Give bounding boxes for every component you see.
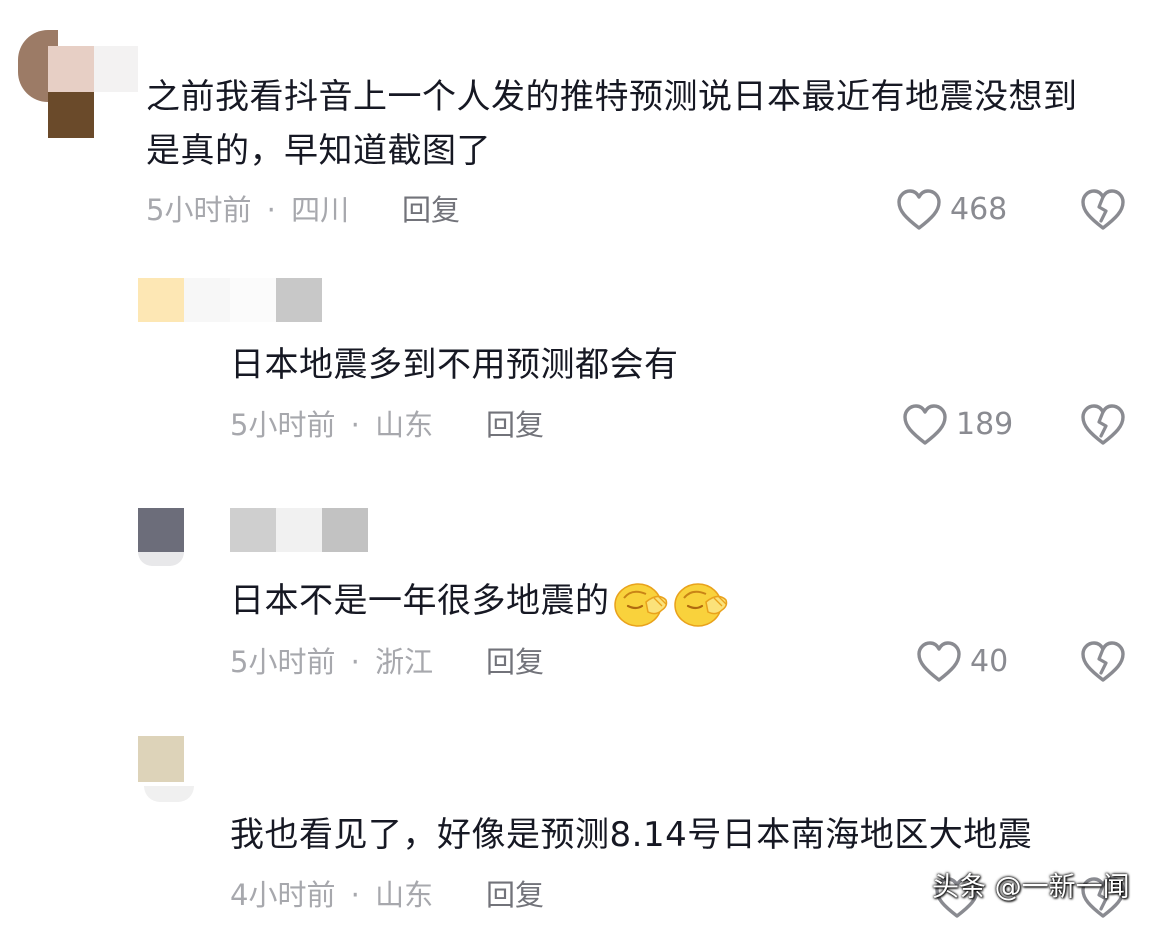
reply-button[interactable]: 回复 [486,875,544,915]
comment-text-body: 日本不是一年很多地震的 [230,581,610,621]
location: 山东 [375,878,434,912]
separator: · [266,193,276,227]
broken-heart-icon[interactable] [1080,188,1126,232]
heart-outline-icon [903,404,947,445]
broken-heart-icon[interactable] [1080,403,1126,447]
like-count: 189 [956,407,1014,442]
separator: · [350,878,360,912]
comment-text: 日本地震多到不用预测都会有 [230,345,679,385]
comment-meta: 5小时前 · 山东 [230,405,433,445]
facepalm-emoji-icon [673,582,727,627]
timestamp: 5小时前 [230,408,336,442]
comment-text: 是真的，早知道截图了 [146,131,491,171]
avatar-pixel [276,508,322,552]
avatar-pixel [138,278,184,322]
comment-text: 我也看见了，好像是预测8.14号日本南海地区大地震 [230,815,1033,855]
avatar-pixel [276,278,322,322]
avatar-pixel [138,552,184,566]
comment-meta: 4小时前 · 山东 [230,875,433,915]
like-count: 468 [950,192,1008,227]
facepalm-emoji-icon [613,582,667,627]
broken-heart-icon[interactable] [1080,640,1126,684]
comment-text: 日本不是一年很多地震的 [230,574,730,630]
like-button[interactable]: 468 [896,188,1007,232]
avatar-pixel [322,508,368,552]
avatar-pixel [230,508,276,552]
comment-meta: 5小时前 · 四川 [146,190,349,230]
comment-text: 之前我看抖音上一个人发的推特预测说日本最近有地震没想到 [146,77,1078,117]
avatar-pixel [138,736,184,782]
avatar-pixel [48,46,94,92]
avatar[interactable] [138,276,328,334]
timestamp: 5小时前 [230,645,336,679]
location: 浙江 [375,645,434,679]
comment-meta: 5小时前 · 浙江 [230,642,433,682]
watermark: 头条 @一新一闻 [932,872,1130,903]
reply-button[interactable]: 回复 [402,190,460,230]
avatar[interactable] [138,736,198,806]
avatar-pixel [230,278,276,322]
timestamp: 5小时前 [146,193,252,227]
separator: · [350,645,360,679]
heart-outline-icon [917,641,961,682]
avatar[interactable] [8,18,138,140]
reply-button[interactable]: 回复 [486,405,544,445]
timestamp: 4小时前 [230,878,336,912]
like-button[interactable]: 189 [902,403,1013,447]
heart-outline-icon [897,189,941,230]
avatar-pixel [144,786,194,802]
avatar-pixel [138,508,184,552]
avatar-pixel [48,92,94,138]
separator: · [350,408,360,442]
reply-button[interactable]: 回复 [486,642,544,682]
like-count: 40 [970,644,1009,679]
avatar-pixel [184,278,230,322]
avatar[interactable] [138,506,378,568]
like-button[interactable]: 40 [916,640,1008,684]
location: 山东 [375,408,434,442]
avatar-pixel [94,46,138,92]
location: 四川 [291,193,350,227]
